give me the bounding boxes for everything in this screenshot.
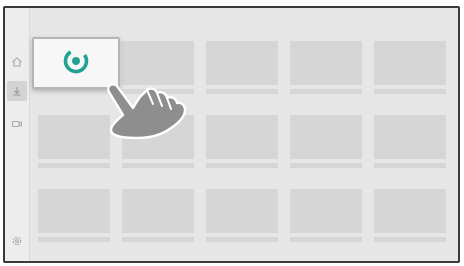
card-caption-placeholder	[206, 163, 278, 168]
content-card[interactable]	[38, 189, 110, 242]
card-thumbnail	[38, 115, 110, 159]
content-card[interactable]	[38, 115, 110, 168]
pointing-hand-icon	[101, 78, 197, 152]
card-thumbnail	[38, 189, 110, 233]
sidebar-nav	[5, 8, 30, 261]
card-thumbnail	[122, 189, 194, 233]
card-thumbnail	[290, 189, 362, 233]
card-thumbnail	[374, 115, 446, 159]
card-caption-placeholder	[38, 163, 110, 168]
content-card[interactable]	[206, 189, 278, 242]
card-caption-placeholder	[206, 237, 278, 242]
content-card[interactable]	[290, 115, 362, 168]
sidebar-item-video[interactable]	[7, 114, 27, 134]
content-card[interactable]	[374, 115, 446, 168]
content-card[interactable]	[290, 189, 362, 242]
sidebar-item-downloads[interactable]	[7, 81, 27, 101]
video-icon	[11, 118, 23, 130]
home-icon	[11, 56, 23, 68]
content-card[interactable]	[206, 115, 278, 168]
sidebar-item-home[interactable]	[7, 52, 27, 72]
card-thumbnail	[206, 41, 278, 85]
card-caption-placeholder	[290, 89, 362, 94]
card-thumbnail	[374, 189, 446, 233]
card-thumbnail	[206, 115, 278, 159]
card-caption-placeholder	[290, 237, 362, 242]
card-thumbnail	[290, 115, 362, 159]
card-caption-placeholder	[374, 89, 446, 94]
content-card[interactable]	[374, 41, 446, 94]
download-icon	[11, 85, 23, 97]
settings-icon	[11, 235, 23, 247]
card-caption-placeholder	[290, 163, 362, 168]
content-card[interactable]	[374, 189, 446, 242]
tv-screen	[3, 6, 460, 263]
card-caption-placeholder	[374, 163, 446, 168]
app-logo-icon	[62, 47, 90, 80]
card-caption-placeholder	[206, 89, 278, 94]
card-thumbnail	[290, 41, 362, 85]
card-caption-placeholder	[38, 237, 110, 242]
content-card[interactable]	[290, 41, 362, 94]
card-caption-placeholder	[122, 237, 194, 242]
sidebar-item-settings[interactable]	[7, 231, 27, 251]
card-thumbnail	[374, 41, 446, 85]
card-thumbnail	[206, 189, 278, 233]
card-caption-placeholder	[122, 163, 194, 168]
content-card[interactable]	[122, 189, 194, 242]
content-card[interactable]	[206, 41, 278, 94]
card-caption-placeholder	[374, 237, 446, 242]
